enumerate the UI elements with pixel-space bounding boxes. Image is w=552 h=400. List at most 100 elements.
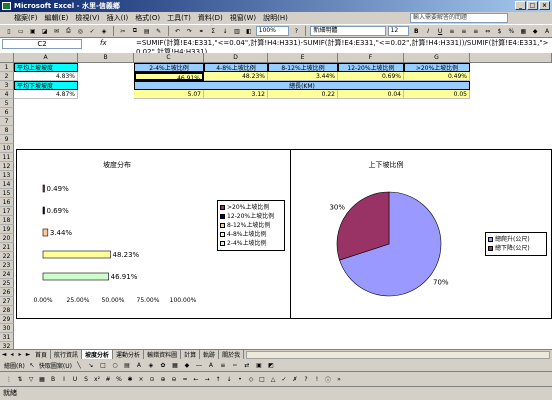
- open-folder-icon[interactable]: ▭: [16, 26, 26, 36]
- borders-icon[interactable]: ▦: [518, 26, 528, 36]
- merge-center-icon[interactable]: ⇔: [483, 26, 493, 36]
- close-button[interactable]: ×: [539, 1, 550, 10]
- sort-icon[interactable]: ⇅: [15, 374, 25, 384]
- sheet-tab-error-chart[interactable]: 輸錯資料圖: [144, 350, 182, 359]
- hash-icon[interactable]: #: [103, 374, 113, 384]
- column-header-c[interactable]: C: [134, 53, 204, 63]
- select-objects-icon[interactable]: ↖: [27, 360, 37, 370]
- 3d-icon[interactable]: ◩: [266, 360, 276, 370]
- menu-help[interactable]: 說明(H): [263, 13, 288, 23]
- bold-icon[interactable]: B: [48, 374, 58, 384]
- copy-icon[interactable]: ⧉: [130, 26, 140, 36]
- row-header[interactable]: 19: [0, 225, 14, 234]
- dot-icon[interactable]: •: [235, 374, 245, 384]
- menu-view[interactable]: 檢視(V): [75, 13, 99, 23]
- column-header-a[interactable]: A: [14, 53, 78, 63]
- sheet-tab-flight-info[interactable]: 航行資訊: [51, 350, 83, 359]
- row-header[interactable]: 6: [0, 108, 14, 117]
- row-header[interactable]: 26: [0, 288, 14, 297]
- dash-style-icon[interactable]: ┅: [230, 360, 240, 370]
- new-file-icon[interactable]: ▯: [4, 26, 14, 36]
- row-header[interactable]: 27: [0, 297, 14, 306]
- select-all-corner[interactable]: [0, 53, 14, 63]
- diagram-icon[interactable]: ◈: [146, 360, 156, 370]
- draw-menu-button[interactable]: 繪圖(R): [4, 361, 25, 370]
- research-icon[interactable]: ◈: [99, 26, 109, 36]
- wordart-icon[interactable]: A: [134, 360, 144, 370]
- percent-icon[interactable]: %: [506, 26, 516, 36]
- cell-d3[interactable]: 總長(KM): [134, 81, 470, 90]
- sort-ascending-icon[interactable]: ↓: [220, 26, 230, 36]
- cell-e1[interactable]: 8-12%上坡比例: [268, 63, 338, 72]
- name-box[interactable]: C2: [2, 39, 82, 49]
- shadow-icon[interactable]: ▣: [254, 360, 264, 370]
- cell-c4[interactable]: 5.07: [134, 90, 204, 99]
- cell-f4[interactable]: 0.04: [338, 90, 404, 99]
- sheet-tab-track[interactable]: 軌跡: [200, 350, 220, 359]
- row-header[interactable]: 15: [0, 189, 14, 198]
- paste-icon[interactable]: ▤: [142, 26, 152, 36]
- column-header-d[interactable]: D: [204, 53, 268, 63]
- font-name-select[interactable]: 新細明體: [310, 26, 386, 36]
- menu-insert[interactable]: 插入(I): [107, 13, 129, 23]
- info-icon[interactable]: ⓘ: [323, 374, 333, 384]
- row-header[interactable]: 20: [0, 234, 14, 243]
- maximize-button[interactable]: □: [527, 1, 538, 10]
- cell-a3[interactable]: 平均下坡坡度: [14, 81, 78, 90]
- menu-window[interactable]: 視窗(W): [230, 13, 256, 23]
- row-header[interactable]: 29: [0, 315, 14, 324]
- spelling-icon[interactable]: ✓: [87, 26, 97, 36]
- font-color-icon[interactable]: A: [542, 26, 552, 36]
- horizontal-scrollbar[interactable]: [246, 350, 550, 359]
- print-preview-icon[interactable]: ◎: [75, 26, 85, 36]
- row-header[interactable]: 12: [0, 162, 14, 171]
- row-header[interactable]: 22: [0, 252, 14, 261]
- cell-f1[interactable]: 12-20%上坡比例: [338, 63, 404, 72]
- triangle-icon[interactable]: △: [268, 374, 278, 384]
- bold-icon[interactable]: B: [411, 26, 421, 36]
- cell-e4[interactable]: 0.22: [268, 90, 338, 99]
- question-icon[interactable]: ?: [301, 374, 311, 384]
- arrow-up-icon[interactable]: ↑: [213, 374, 223, 384]
- cross-icon[interactable]: ✗: [290, 374, 300, 384]
- row-header[interactable]: 10: [0, 144, 14, 153]
- menu-tools[interactable]: 工具(T): [167, 13, 191, 23]
- align-left-icon[interactable]: ≡: [447, 26, 457, 36]
- textbox-icon[interactable]: ▤: [122, 360, 132, 370]
- menu-file[interactable]: 檔案(F): [14, 13, 38, 23]
- row-header[interactable]: 8: [0, 126, 14, 135]
- star-icon[interactable]: ✱: [125, 374, 135, 384]
- up-down-ratio-chart[interactable]: 上下坡比例 70% 30% 總爬升(公尺) 總下降(公尺): [290, 149, 552, 319]
- row-header[interactable]: 30: [0, 324, 14, 333]
- chart-wizard-icon[interactable]: ▥: [232, 26, 242, 36]
- currency-icon[interactable]: $: [495, 26, 505, 36]
- row-header[interactable]: 2: [0, 72, 14, 81]
- column-header-e[interactable]: E: [268, 53, 338, 63]
- column-header-g[interactable]: G: [404, 53, 470, 63]
- row-header[interactable]: 16: [0, 198, 14, 207]
- sheet-tab-motion-analysis[interactable]: 運動分析: [113, 350, 145, 359]
- last-sheet-icon[interactable]: ►: [24, 351, 32, 358]
- sheet-tab-calculation[interactable]: 計算: [181, 350, 201, 359]
- cell-f2[interactable]: 0.69%: [338, 72, 404, 81]
- fill-color-icon[interactable]: ◆: [530, 26, 540, 36]
- cell-c1[interactable]: 2-4%上坡比例: [134, 63, 204, 72]
- zoom-select[interactable]: 100%: [255, 26, 290, 36]
- menu-edit[interactable]: 編輯(E): [45, 13, 69, 23]
- cell-e2[interactable]: 3.44%: [268, 72, 338, 81]
- check-icon[interactable]: ✓: [279, 374, 289, 384]
- percent-icon[interactable]: %: [114, 374, 124, 384]
- row-header[interactable]: 1: [0, 63, 14, 72]
- square-icon[interactable]: □: [257, 374, 267, 384]
- row-header[interactable]: 18: [0, 216, 14, 225]
- cell-g4[interactable]: 0.05: [404, 90, 470, 99]
- email-icon[interactable]: ✉: [52, 26, 62, 36]
- print-icon[interactable]: ⎙: [63, 26, 73, 36]
- sheet-tab-slope-analysis[interactable]: 坡度分析: [82, 350, 114, 359]
- permission-icon[interactable]: ◪: [40, 26, 50, 36]
- cell-d1[interactable]: 4-8%上坡比例: [204, 63, 268, 72]
- row-header[interactable]: 31: [0, 333, 14, 342]
- autoshapes-button[interactable]: 快取圖案(U): [39, 361, 72, 370]
- picture-icon[interactable]: ▦: [170, 360, 180, 370]
- row-header[interactable]: 9: [0, 135, 14, 144]
